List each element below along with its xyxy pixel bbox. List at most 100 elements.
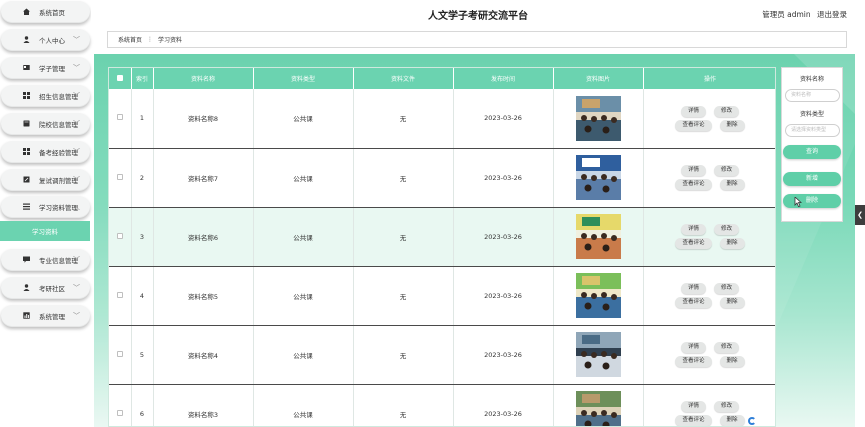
query-button[interactable]: 查询 bbox=[783, 145, 841, 159]
type-filter-label: 资料类型 bbox=[799, 111, 824, 118]
material-image[interactable] bbox=[575, 273, 621, 318]
table-cell: 详情 修改 查看评论 删除 bbox=[643, 384, 775, 426]
table-row: 5 资料名称4 公共课 无 2023-03-26 详情 修改 查看评论 删除 bbox=[109, 325, 776, 385]
delete-row-button[interactable]: 删除 bbox=[719, 415, 745, 426]
detail-button[interactable]: 详情 bbox=[680, 105, 706, 117]
sidebar-item-after-0[interactable]: 专业信息管理 ﹀ bbox=[1, 249, 90, 271]
view-comments-button[interactable]: 查看评论 bbox=[675, 238, 712, 249]
detail-button[interactable]: 详情 bbox=[680, 165, 706, 176]
material-file: 无 bbox=[399, 174, 407, 183]
sidebar-item-label: 学子管理 bbox=[39, 65, 65, 73]
row-actions: 详情 修改 查看评论 删除 bbox=[644, 342, 776, 367]
view-comments-button[interactable]: 查看评论 bbox=[675, 297, 712, 308]
material-name: 资料名称4 bbox=[187, 351, 219, 360]
row-checkbox[interactable] bbox=[116, 350, 123, 357]
delete-row-button[interactable]: 删除 bbox=[719, 356, 745, 367]
view-comments-button[interactable]: 查看评论 bbox=[675, 119, 712, 131]
table-cell bbox=[109, 148, 132, 208]
delete-button[interactable]: 删除 bbox=[783, 194, 841, 208]
material-image[interactable] bbox=[575, 155, 621, 200]
sidebar-item-after-2[interactable]: 系统管理 ﹀ bbox=[1, 305, 90, 327]
user-icon bbox=[23, 284, 30, 291]
table-row: 2 资料名称7 公共课 无 2023-03-26 详情 修改 查看评论 删除 bbox=[109, 148, 775, 208]
table-cell: 2023-03-26 bbox=[453, 148, 554, 208]
delete-row-button[interactable]: 删除 bbox=[719, 238, 745, 249]
view-comments-button[interactable]: 查看评论 bbox=[675, 415, 712, 426]
sidebar-item-3[interactable]: 招生信息管理 ﹀ bbox=[1, 85, 90, 107]
row-checkbox[interactable] bbox=[116, 114, 123, 121]
sidebar-item-4[interactable]: 院校信息管理 ﹀ bbox=[1, 113, 90, 135]
table-cell: 资料名称5 bbox=[153, 266, 254, 326]
detail-button[interactable]: 详情 bbox=[680, 401, 706, 412]
view-comments-button[interactable]: 查看评论 bbox=[675, 179, 712, 190]
edit-button[interactable]: 修改 bbox=[714, 224, 740, 235]
row-checkbox[interactable] bbox=[116, 291, 123, 298]
list-icon bbox=[23, 203, 30, 210]
collapse-handle-icon[interactable]: ❮ bbox=[855, 205, 865, 225]
chevron-down-icon: ﹀ bbox=[73, 64, 80, 72]
select-all-header[interactable] bbox=[109, 68, 132, 89]
sidebar-item-0[interactable]: 系统首页 bbox=[1, 1, 90, 23]
logout-link[interactable]: 退出登录 bbox=[817, 10, 847, 19]
material-image[interactable] bbox=[575, 332, 621, 377]
row-index: 6 bbox=[139, 409, 145, 418]
name-filter-input[interactable]: 资料名称 bbox=[785, 89, 840, 102]
material-image[interactable] bbox=[575, 95, 621, 141]
sidebar-item-label: 系统管理 bbox=[39, 313, 65, 321]
detail-button[interactable]: 详情 bbox=[680, 342, 706, 353]
table-cell: 无 bbox=[353, 325, 454, 385]
edit-button[interactable]: 修改 bbox=[714, 401, 740, 412]
sidebar-item-1[interactable]: 个人中心 ﹀ bbox=[1, 29, 90, 51]
material-name: 资料名称5 bbox=[187, 292, 219, 301]
material-image[interactable] bbox=[575, 391, 621, 426]
edit-button[interactable]: 修改 bbox=[714, 283, 740, 294]
column-header: 资料图片 bbox=[553, 68, 644, 89]
row-checkbox[interactable] bbox=[116, 173, 123, 180]
type-filter-select[interactable]: 请选择资料类型 bbox=[785, 124, 840, 137]
sidebar-item-6[interactable]: 复试调剂管理 ﹀ bbox=[1, 169, 90, 191]
row-checkbox[interactable] bbox=[116, 409, 123, 416]
admin-label: 管理员 admin bbox=[762, 10, 811, 19]
row-index: 4 bbox=[139, 291, 145, 300]
add-button[interactable]: 新增 bbox=[783, 172, 841, 186]
detail-button[interactable]: 详情 bbox=[680, 224, 706, 235]
table-row: 4 资料名称5 公共课 无 2023-03-26 详情 修改 查看评论 删除 bbox=[109, 266, 775, 326]
column-header: 发布时间 bbox=[453, 68, 554, 89]
material-type: 公共课 bbox=[293, 410, 313, 419]
column-header: 资料类型 bbox=[253, 68, 354, 89]
delete-row-button[interactable]: 删除 bbox=[719, 297, 745, 308]
sidebar-item-5[interactable]: 备考经验管理 ﹀ bbox=[1, 141, 90, 163]
row-checkbox[interactable] bbox=[116, 232, 123, 239]
material-file: 无 bbox=[399, 233, 407, 242]
material-image[interactable] bbox=[575, 214, 621, 259]
header: 人文学子考研交流平台 管理员 admin 退出登录 bbox=[91, 0, 865, 27]
table-cell: 2 bbox=[131, 148, 154, 208]
delete-row-button[interactable]: 删除 bbox=[719, 119, 745, 131]
sidebar-item-after-1[interactable]: 考研社区 ﹀ bbox=[1, 277, 90, 299]
edit-button[interactable]: 修改 bbox=[714, 165, 740, 176]
table-cell bbox=[553, 384, 644, 426]
table-cell bbox=[553, 266, 644, 326]
sidebar-subitem-study-materials[interactable]: 学习资料 bbox=[0, 221, 90, 241]
view-comments-button[interactable]: 查看评论 bbox=[675, 356, 712, 367]
sidebar-item-2[interactable]: 学子管理 ﹀ bbox=[1, 57, 90, 79]
edit-button[interactable]: 修改 bbox=[714, 342, 740, 353]
row-index: 5 bbox=[139, 350, 145, 359]
column-header: 资料名称 bbox=[153, 68, 254, 89]
edit-button[interactable]: 修改 bbox=[714, 105, 740, 117]
sidebar-item-7[interactable]: 学习资料管理 ︿ bbox=[1, 196, 90, 218]
table-cell: 4 bbox=[131, 266, 154, 326]
materials-table: 索引 资料名称 资料类型 资料文件 发布时间 资料图片 操作 1 资料名称8 公共课无 2023-… bbox=[108, 67, 776, 427]
table-cell: 详情 修改 查看评论 删除 bbox=[643, 207, 775, 267]
material-type: 公共课 bbox=[293, 351, 313, 360]
chevron-down-icon: ﹀ bbox=[73, 148, 80, 156]
delete-row-button[interactable]: 删除 bbox=[719, 179, 745, 190]
table-cell bbox=[109, 89, 132, 149]
detail-button[interactable]: 详情 bbox=[680, 283, 706, 294]
table-cell bbox=[109, 384, 132, 426]
select-all-checkbox[interactable] bbox=[116, 74, 123, 81]
table-cell: 2023-03-26 bbox=[453, 89, 554, 149]
breadcrumb-home[interactable]: 系统首页 bbox=[118, 35, 142, 44]
column-header: 操作 bbox=[643, 68, 775, 89]
table-cell: 详情 修改 查看评论 删除 bbox=[643, 266, 775, 326]
